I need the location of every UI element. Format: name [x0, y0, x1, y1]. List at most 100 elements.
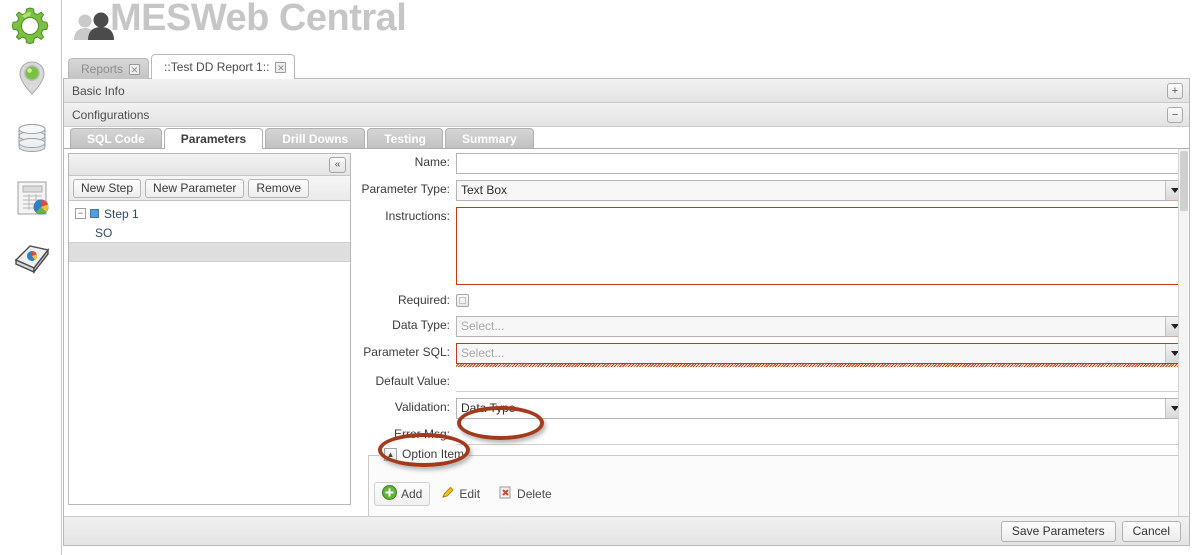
button-label: Delete	[517, 487, 552, 501]
select-value: Data Type	[461, 401, 516, 415]
tree-node-so[interactable]: SO	[69, 223, 350, 242]
button-label: Save Parameters	[1011, 523, 1105, 538]
expander-icon[interactable]: −	[75, 208, 86, 219]
document-tabs: Reports ✕ ::Test DD Report 1:: ✕	[68, 53, 296, 79]
new-parameter-button[interactable]: New Parameter	[145, 178, 245, 198]
field-parameter-sql: Parameter SQL: Select...	[356, 343, 1185, 367]
delete-option-button[interactable]: Delete	[490, 482, 560, 506]
field-label: Instructions:	[385, 209, 450, 223]
parameters-body: « New Step New Parameter Remove − Step 1…	[64, 149, 1189, 545]
parameter-tree-panel: « New Step New Parameter Remove − Step 1…	[68, 153, 351, 505]
field-label: Parameter Type:	[361, 182, 451, 196]
document-tab-test-dd-report-1[interactable]: ::Test DD Report 1:: ✕	[151, 54, 296, 79]
delete-icon	[498, 485, 513, 503]
node-marker-icon	[90, 209, 99, 218]
default-value-input[interactable]	[456, 372, 1185, 392]
report-stack-icon[interactable]	[12, 238, 52, 278]
validation-underline	[456, 363, 1185, 367]
remove-button[interactable]: Remove	[248, 178, 310, 198]
field-label: Required:	[397, 293, 450, 307]
parameter-form: Name: Parameter Type: Text Box Instructi…	[356, 153, 1185, 541]
scrollbar-thumb[interactable]	[1180, 151, 1188, 211]
app-header: MESWeb Central	[11, 0, 1201, 52]
select-value: Select...	[461, 319, 505, 333]
tab-drill-downs[interactable]: Drill Downs	[265, 128, 366, 148]
name-input[interactable]	[456, 153, 1185, 174]
cancel-button[interactable]: Cancel	[1121, 520, 1181, 542]
save-parameters-button[interactable]: Save Parameters	[1000, 520, 1116, 542]
field-label: Validation:	[394, 400, 450, 414]
tree-node-label: SO	[95, 225, 113, 240]
instructions-textarea[interactable]	[456, 207, 1185, 285]
accordion-basic-info[interactable]: Basic Info +	[64, 79, 1189, 103]
button-label: New Parameter	[153, 180, 237, 195]
tab-label: Testing	[384, 131, 426, 146]
option-item-toolbar: Add Edit Delete	[374, 482, 560, 506]
tab-sql-code[interactable]: SQL Code	[70, 128, 162, 148]
field-instructions: Instructions:	[356, 207, 1185, 285]
tree-toolbar: New Step New Parameter Remove	[69, 176, 350, 201]
field-label: Name:	[414, 155, 450, 169]
field-label: Data Type:	[392, 318, 450, 332]
close-icon[interactable]: ✕	[275, 61, 287, 73]
tab-label: Summary	[461, 131, 517, 146]
tree-panel-header: «	[69, 154, 350, 176]
add-circle-icon	[382, 485, 397, 503]
plus-icon[interactable]: +	[1167, 83, 1183, 99]
error-msg-input[interactable]	[456, 425, 1185, 445]
accordion-label: Basic Info	[72, 83, 125, 98]
field-label: Parameter SQL:	[363, 345, 450, 359]
button-label: Add	[401, 487, 423, 501]
parameter-sql-select[interactable]: Select...	[456, 343, 1185, 364]
database-icon[interactable]	[12, 119, 52, 159]
field-data-type: Data Type: Select...	[356, 316, 1185, 337]
vertical-scrollbar[interactable]	[1178, 149, 1188, 545]
tab-testing[interactable]: Testing	[367, 128, 443, 148]
field-validation: Validation: Data Type	[356, 398, 1185, 419]
tab-label: SQL Code	[87, 131, 145, 146]
icon-rail	[0, 0, 62, 555]
main-panel: Basic Info + Configurations − SQL Code P…	[63, 78, 1190, 546]
new-step-button[interactable]: New Step	[73, 178, 142, 198]
tab-label: Drill Downs	[282, 131, 349, 146]
required-checkbox[interactable]	[456, 294, 469, 307]
location-pin-icon[interactable]	[12, 58, 52, 98]
option-item-legend: ▲ Option Item	[379, 447, 470, 461]
tab-label: Parameters	[180, 132, 247, 146]
field-label: Default Value:	[375, 374, 451, 388]
form-action-bar: Save Parameters Cancel	[63, 516, 1190, 546]
accordion-label: Configurations	[72, 107, 150, 122]
close-icon[interactable]: ✕	[129, 63, 141, 75]
data-type-select[interactable]: Select...	[456, 316, 1185, 337]
button-label: New Step	[81, 180, 134, 195]
button-label: Edit	[459, 487, 481, 501]
field-label: Error Msg:	[393, 427, 450, 441]
tree-row[interactable]	[69, 242, 350, 262]
chevron-double-left-icon[interactable]: «	[329, 157, 346, 173]
validation-select[interactable]: Data Type	[456, 398, 1185, 419]
report-chart-icon[interactable]	[12, 178, 52, 218]
page-title: MESWeb Central	[110, 0, 407, 39]
field-error-msg: Error Msg:	[356, 425, 1185, 445]
button-label: Cancel	[1132, 523, 1170, 538]
legend-label: Option Item	[402, 447, 465, 461]
select-value: Select...	[461, 346, 505, 360]
accordion-configurations[interactable]: Configurations −	[64, 103, 1189, 127]
add-option-button[interactable]: Add	[374, 482, 431, 506]
document-tab-label: ::Test DD Report 1::	[164, 60, 270, 74]
tree-node-label: Step 1	[104, 206, 139, 221]
tree-body: − Step 1 SO	[69, 204, 350, 262]
application-window: MESWeb Central Reports ✕ ::Test DD Repor…	[0, 0, 1201, 555]
parameter-type-select[interactable]: Text Box	[456, 180, 1185, 201]
edit-option-button[interactable]: Edit	[432, 482, 488, 506]
document-tab-label: Reports	[81, 62, 124, 76]
document-tab-reports[interactable]: Reports ✕	[68, 58, 150, 79]
triangle-up-icon[interactable]: ▲	[384, 447, 397, 461]
field-default-value: Default Value:	[356, 372, 1185, 392]
tab-summary[interactable]: Summary	[444, 128, 534, 148]
gear-icon	[8, 4, 52, 48]
tree-node-step-1[interactable]: − Step 1	[69, 204, 350, 223]
tab-parameters[interactable]: Parameters	[163, 128, 264, 149]
field-parameter-type: Parameter Type: Text Box	[356, 180, 1185, 201]
minus-icon[interactable]: −	[1167, 107, 1183, 123]
